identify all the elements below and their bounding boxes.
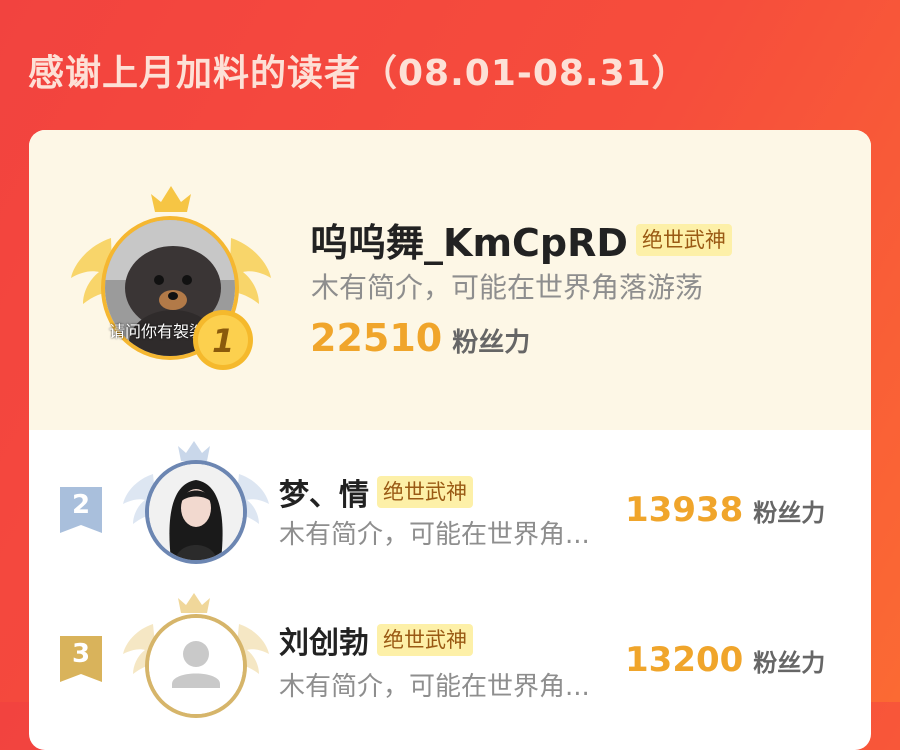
reader-avatar[interactable]	[145, 460, 247, 564]
fans-value: 13200	[625, 640, 744, 680]
gold-crown-icon	[151, 186, 191, 212]
rank-2-row[interactable]: 2 梦、情 绝世武神 木有简介，可能在世界角... 13938 粉丝力	[29, 430, 871, 580]
reader-ranking-card: 请问你有袈裟 1 呜呜舞_KmCpRD 绝世武神 木有简介，可能在世界角落游荡 …	[29, 130, 871, 750]
reader-name-text: 呜呜舞_KmCpRD	[310, 221, 628, 265]
reader-bio: 木有简介，可能在世界角落游荡	[311, 271, 704, 304]
reader-fans-score: 13200 粉丝力	[625, 640, 825, 680]
title-badge: 绝世武神	[377, 624, 473, 656]
title-badge: 绝世武神	[635, 223, 732, 256]
page-title: 感谢上月加料的读者（08.01-08.31）	[28, 53, 689, 94]
fans-value: 13938	[625, 490, 744, 530]
reader-fans-score: 13938 粉丝力	[625, 490, 825, 530]
silver-crown-icon	[178, 441, 210, 461]
title-badge: 绝世武神	[377, 476, 473, 508]
rank-1-row[interactable]: 请问你有袈裟 1 呜呜舞_KmCpRD 绝世武神 木有简介，可能在世界角落游荡 …	[29, 130, 871, 430]
reader-name-text: 刘创勃	[279, 626, 369, 661]
reader-bio: 木有简介，可能在世界角...	[279, 520, 590, 550]
rank-3-row[interactable]: 3 刘创勃 绝世武神 木有简介，可能在世界角... 13200 粉丝力	[29, 580, 871, 750]
reader-avatar[interactable]	[145, 614, 247, 718]
reader-name: 刘创勃 绝世武神	[279, 618, 473, 662]
fans-unit: 粉丝力	[753, 649, 826, 677]
rank-1-number: 1	[212, 322, 235, 360]
bronze-crown-icon	[178, 593, 210, 613]
reader-name: 呜呜舞_KmCpRD 绝世武神	[310, 212, 732, 267]
rank-2-number: 2	[72, 490, 91, 520]
fans-unit: 粉丝力	[452, 328, 531, 358]
reader-name: 梦、情 绝世武神	[279, 470, 473, 514]
fans-value: 22510	[310, 316, 443, 360]
reader-fans-score: 22510 粉丝力	[310, 316, 530, 360]
rank-3-number: 3	[72, 639, 91, 669]
reader-name-text: 梦、情	[279, 478, 369, 513]
reader-bio: 木有简介，可能在世界角...	[279, 672, 590, 702]
fans-unit: 粉丝力	[753, 499, 826, 527]
